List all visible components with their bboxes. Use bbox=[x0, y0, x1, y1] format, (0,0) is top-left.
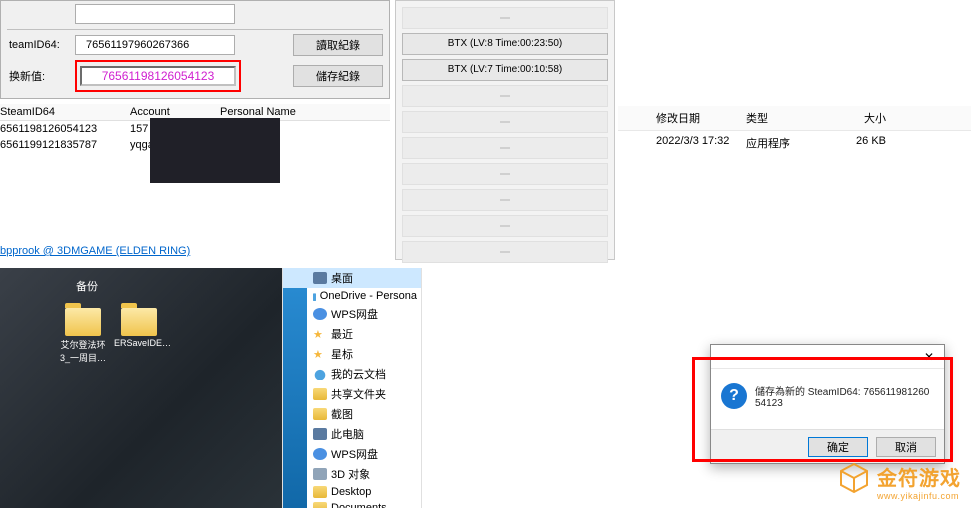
tree-label: 桌面 bbox=[331, 270, 353, 286]
col-steamid: SteamID64 bbox=[0, 106, 130, 118]
tree-item[interactable]: Documents bbox=[283, 500, 421, 508]
cell-date: 2022/3/3 17:32 bbox=[626, 135, 746, 151]
cancel-button[interactable]: 取消 bbox=[876, 437, 936, 457]
save-slots-panel: BTX (LV:8 Time:00:23:50) BTX (LV:7 Time:… bbox=[395, 0, 615, 260]
save-slot-empty[interactable] bbox=[402, 137, 608, 159]
folder-icon bbox=[313, 502, 327, 508]
wps-icon bbox=[313, 308, 327, 320]
backup-label: 备份 bbox=[76, 278, 98, 294]
tree-label: 共享文件夹 bbox=[331, 386, 386, 402]
save-slot-2[interactable]: BTX (LV:7 Time:00:10:58) bbox=[402, 59, 608, 81]
wps-icon bbox=[313, 448, 327, 460]
watermark: 金符游戏 www.yikajinfu.com bbox=[837, 461, 961, 502]
tree-item[interactable]: 桌面 bbox=[283, 268, 421, 288]
col-size: 大小 bbox=[826, 110, 886, 126]
col-type: 类型 bbox=[746, 110, 826, 126]
cell-id: 6561199121835787 bbox=[0, 139, 130, 151]
question-icon: ? bbox=[721, 383, 747, 409]
tree-label: 3D 对象 bbox=[331, 466, 370, 482]
redacted-block bbox=[150, 118, 280, 183]
cell-id: 6561198126054123 bbox=[0, 123, 130, 135]
tree-label: OneDrive - Persona bbox=[320, 290, 417, 302]
save-slot-empty[interactable] bbox=[402, 111, 608, 133]
col-date: 修改日期 bbox=[626, 110, 746, 126]
ok-button[interactable]: 确定 bbox=[808, 437, 868, 457]
cube-icon bbox=[837, 461, 871, 502]
save-record-button[interactable]: 儲存紀錄 bbox=[293, 65, 383, 87]
credit-link[interactable]: bpprook @ 3DMGAME (ELDEN RING) bbox=[0, 245, 190, 257]
desktop-icon-ersaveide[interactable]: ERSaveIDE… bbox=[114, 308, 164, 348]
star-icon: ★ bbox=[313, 328, 327, 341]
tree-label: 星标 bbox=[331, 346, 353, 362]
folder-icon bbox=[121, 308, 157, 336]
path-input[interactable] bbox=[75, 4, 235, 24]
tree-item[interactable]: ★ 星标 bbox=[283, 344, 421, 364]
disk-icon bbox=[313, 468, 327, 480]
tree-label: Desktop bbox=[331, 486, 371, 498]
dialog-footer: 确定 取消 bbox=[711, 429, 944, 463]
save-slot-empty[interactable] bbox=[402, 241, 608, 263]
tree-label: WPS网盘 bbox=[331, 446, 378, 462]
explorer-listview: 修改日期 类型 大小 2022/3/3 17:32 应用程序 26 KB bbox=[618, 0, 971, 260]
folder-icon bbox=[313, 408, 327, 420]
dialog-titlebar[interactable]: ✕ bbox=[711, 345, 944, 369]
tree-label: WPS网盘 bbox=[331, 306, 378, 322]
steamid64-label: teamID64: bbox=[7, 39, 67, 51]
editor-panel: - … teamID64: 讀取紀錄 换新值: 儲存紀錄 bbox=[0, 0, 390, 99]
tree-item[interactable]: 共享文件夹 bbox=[283, 384, 421, 404]
save-slot-1[interactable]: BTX (LV:8 Time:00:23:50) bbox=[402, 33, 608, 55]
tree-label: 最近 bbox=[331, 326, 353, 342]
save-slot-empty[interactable] bbox=[402, 163, 608, 185]
tree-item[interactable]: Desktop bbox=[283, 484, 421, 500]
pc-icon bbox=[313, 428, 327, 440]
cloud-icon bbox=[313, 290, 316, 302]
tree-item[interactable]: 此电脑 bbox=[283, 424, 421, 444]
tree-label: 我的云文档 bbox=[331, 366, 386, 382]
watermark-url: www.yikajinfu.com bbox=[877, 491, 961, 501]
newvalue-input[interactable] bbox=[80, 66, 236, 86]
tree-item[interactable]: 3D 对象 bbox=[283, 464, 421, 484]
confirm-dialog: ✕ ? 儲存為新的 SteamID64: 76561198126054123 确… bbox=[710, 344, 945, 464]
cloud-icon bbox=[313, 368, 327, 380]
close-icon[interactable]: ✕ bbox=[914, 346, 944, 368]
dialog-message: 儲存為新的 SteamID64: 76561198126054123 bbox=[755, 383, 934, 409]
save-slot-empty[interactable] bbox=[402, 189, 608, 211]
desktop-icon-elden[interactable]: 艾尔登法环3_一周目… bbox=[58, 308, 108, 364]
pc-icon bbox=[313, 272, 327, 284]
newvalue-highlight bbox=[75, 60, 241, 92]
tree-item[interactable]: 截图 bbox=[283, 404, 421, 424]
tree-item[interactable]: 我的云文档 bbox=[283, 364, 421, 384]
tree-label: 截图 bbox=[331, 406, 353, 422]
tree-label: 此电脑 bbox=[331, 426, 364, 442]
newvalue-label: 换新值: bbox=[7, 68, 67, 84]
folder-icon bbox=[313, 388, 327, 400]
folder-tree: 桌面 OneDrive - Persona WPS网盘 ★ 最近 ★ 星标我的云文档共享文件… bbox=[282, 268, 422, 508]
col-account: Account bbox=[130, 106, 220, 118]
explorer-row[interactable]: 2022/3/3 17:32 应用程序 26 KB bbox=[618, 131, 971, 155]
star-icon: ★ bbox=[313, 348, 327, 361]
tree-item[interactable]: ★ 最近 bbox=[283, 324, 421, 344]
folder-icon bbox=[313, 486, 327, 498]
save-slot-empty[interactable] bbox=[402, 85, 608, 107]
desktop-bg: 备份 艾尔登法环3_一周目… ERSaveIDE… bbox=[0, 268, 282, 508]
cell-type: 应用程序 bbox=[746, 135, 826, 151]
read-record-button[interactable]: 讀取紀錄 bbox=[293, 34, 383, 56]
tree-item[interactable]: OneDrive - Persona bbox=[283, 288, 421, 304]
icon-label: 艾尔登法环3_一周目… bbox=[58, 338, 108, 364]
tree-item[interactable]: WPS网盘 bbox=[283, 444, 421, 464]
icon-label: ERSaveIDE… bbox=[114, 338, 164, 348]
cell-size: 26 KB bbox=[826, 135, 886, 151]
save-slot-empty[interactable] bbox=[402, 215, 608, 237]
col-name: Personal Name bbox=[220, 106, 340, 118]
explorer-columns[interactable]: 修改日期 类型 大小 bbox=[618, 106, 971, 131]
folder-icon bbox=[65, 308, 101, 336]
tree-item[interactable]: WPS网盘 bbox=[283, 304, 421, 324]
save-slot[interactable] bbox=[402, 7, 608, 29]
watermark-title: 金符游戏 bbox=[877, 462, 961, 491]
steamid64-input[interactable] bbox=[75, 35, 235, 55]
tree-label: Documents bbox=[331, 502, 387, 508]
